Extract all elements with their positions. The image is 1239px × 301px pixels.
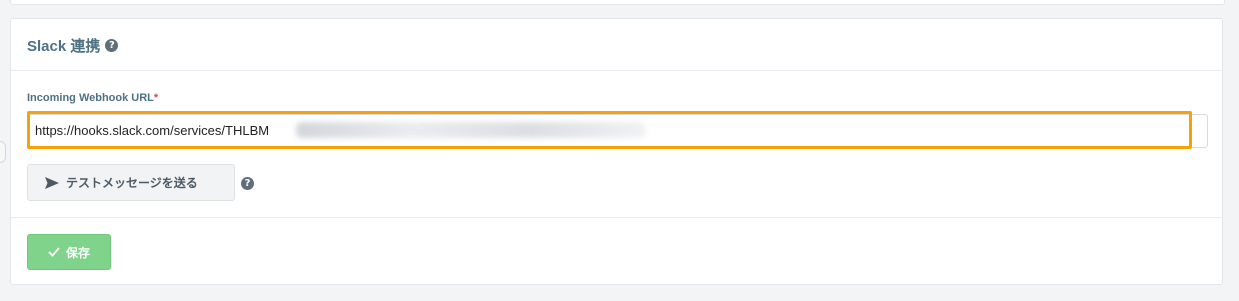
previous-card	[10, 0, 1225, 5]
webhook-url-value: https://hooks.slack.com/services/THLBM	[35, 123, 270, 138]
send-test-message-button[interactable]: テストメッセージを送る	[27, 164, 235, 201]
save-button[interactable]: 保存	[27, 234, 111, 270]
card-footer-divider	[11, 217, 1222, 218]
redacted-url-blur	[296, 122, 646, 138]
webhook-url-label: Incoming Webhook URL*	[27, 92, 158, 104]
send-test-message-label: テストメッセージを送る	[66, 176, 198, 190]
save-button-label: 保存	[65, 245, 90, 260]
card-title: Slack 連携 ?	[27, 35, 119, 56]
send-help-icon[interactable]: ?	[241, 177, 254, 190]
webhook-url-label-text: Incoming Webhook URL	[27, 92, 154, 104]
card-header: Slack 連携 ?	[11, 19, 1222, 71]
side-scroll-handle[interactable]	[0, 141, 6, 163]
paper-plane-icon	[45, 176, 59, 189]
slack-integration-card: Slack 連携 ? Incoming Webhook URL* https:/…	[10, 18, 1223, 285]
card-title-text: Slack 連携	[27, 38, 101, 55]
required-mark: *	[153, 92, 159, 104]
check-icon	[48, 247, 60, 257]
question-circle-icon[interactable]: ?	[105, 39, 119, 52]
